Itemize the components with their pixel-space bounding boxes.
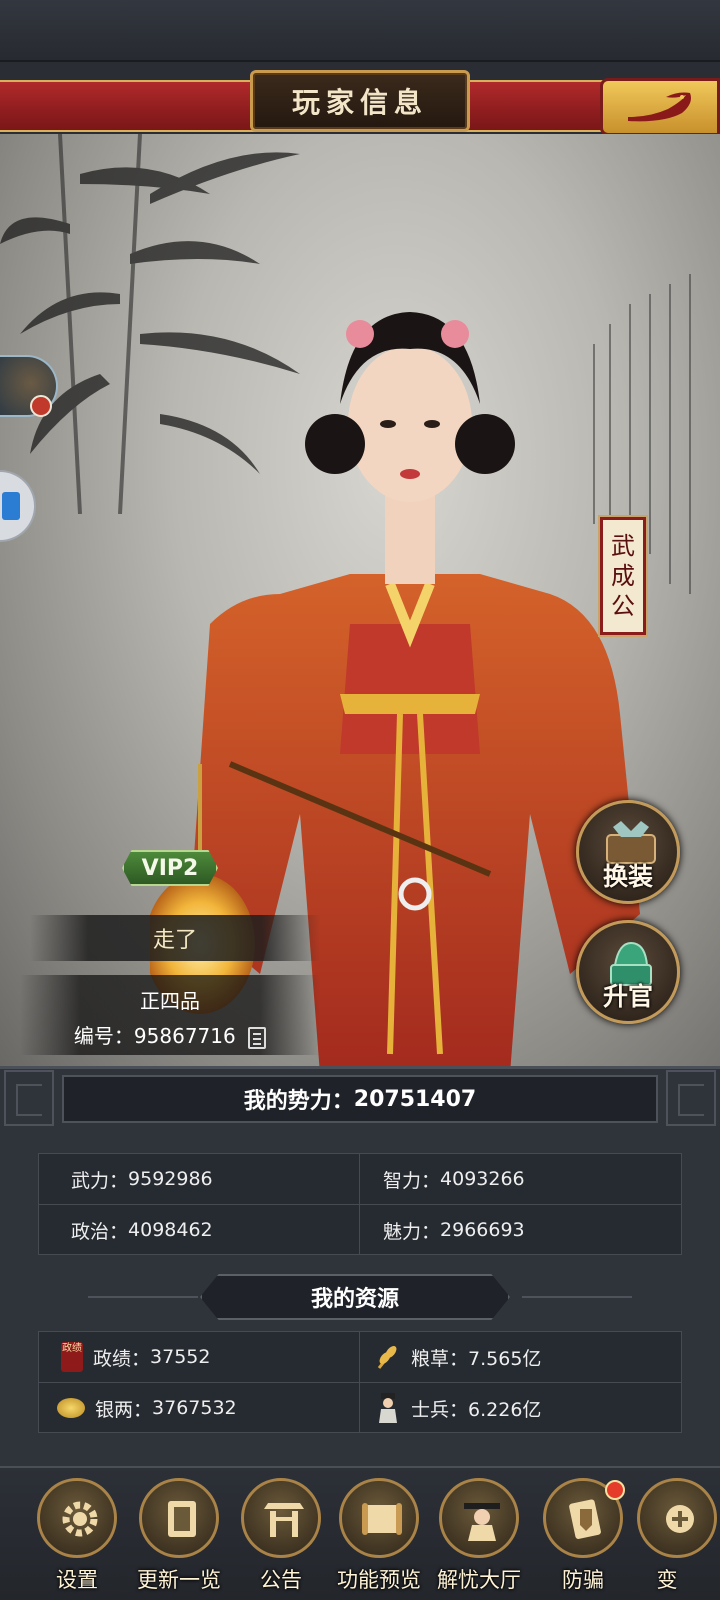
- rank-info: 正四品 编号：95867716: [20, 975, 320, 1055]
- attr-label: 武力：: [71, 1169, 129, 1192]
- nav-announcement[interactable]: 公告: [236, 1478, 326, 1600]
- attr-intelligence: 智力： 4093266: [383, 1154, 525, 1204]
- change-outfit-label: 换装: [602, 862, 653, 891]
- res-silver: 银两： 3767532: [57, 1383, 237, 1433]
- nav-label: 解忧大厅: [437, 1568, 521, 1592]
- player-name-bar: 走了: [30, 915, 320, 961]
- nav-disk: [37, 1478, 117, 1558]
- attr-label: 智力：: [383, 1169, 441, 1192]
- nav-disk: [439, 1478, 519, 1558]
- attr-value: 4093266: [440, 1168, 525, 1190]
- book-icon: [168, 1501, 196, 1537]
- nav-hall[interactable]: 解忧大厅: [434, 1478, 524, 1600]
- title-plate: 玩家信息: [250, 70, 470, 132]
- notification-dot: [605, 1480, 625, 1500]
- promote-label: 升官: [602, 982, 653, 1011]
- grain-icon: [377, 1346, 397, 1369]
- nav-disk: [241, 1478, 321, 1558]
- power-bar: 我的势力： 20751407: [62, 1075, 658, 1123]
- attr-politics: 政治： 4098462: [71, 1205, 213, 1255]
- title-char-1: 武: [611, 532, 635, 560]
- fret-ornament-right: [666, 1070, 716, 1126]
- shield-card-icon: [569, 1499, 601, 1539]
- resources-title: 我的资源: [310, 1287, 399, 1312]
- power-value: 20751407: [353, 1086, 477, 1112]
- attribute-grid: 武力： 9592986 智力： 4093266 政治： 4098462 魅力： 2966…: [38, 1153, 682, 1255]
- res-value: 3767532: [152, 1397, 237, 1419]
- top-status-bar: [0, 0, 720, 62]
- fret-ornament-left: [4, 1070, 54, 1126]
- promote-button[interactable]: 升官: [576, 920, 680, 1024]
- attr-value: 9592986: [128, 1168, 213, 1190]
- soldier-icon: [379, 1393, 397, 1423]
- res-merit: 政绩 政绩： 37552: [61, 1332, 210, 1382]
- power-label: 我的势力：: [243, 1089, 354, 1114]
- nav-change[interactable]: 变: [632, 1478, 720, 1600]
- nav-label: 功能预览: [337, 1568, 421, 1592]
- section-line-left: [88, 1296, 198, 1298]
- chat-bubble-icon: [2, 492, 20, 520]
- attr-label: 政治：: [71, 1220, 129, 1243]
- section-line-right: [522, 1296, 632, 1298]
- res-label: 士兵：: [411, 1398, 469, 1421]
- change-icon: [666, 1505, 694, 1533]
- merit-icon: 政绩: [61, 1342, 83, 1372]
- nav-updates[interactable]: 更新一览: [134, 1478, 224, 1600]
- scroll-icon: [362, 1503, 402, 1535]
- nav-label: 设置: [56, 1568, 98, 1592]
- change-outfit-button[interactable]: 换装: [576, 800, 680, 904]
- nav-feature-preview[interactable]: 功能预览: [334, 1478, 424, 1600]
- resource-grid: 政绩 政绩： 37552 粮草： 7.565亿 银两： 3767532 士兵： 6.22…: [38, 1331, 682, 1433]
- page-title: 玩家信息: [291, 86, 428, 119]
- res-value: 7.565亿: [468, 1347, 542, 1370]
- mute-badge-icon: [30, 395, 52, 417]
- player-id-value: 95867716: [133, 1024, 236, 1048]
- res-label: 银两：: [95, 1398, 153, 1421]
- title-char-2: 成: [611, 562, 635, 590]
- resources-header: 我的资源: [200, 1274, 510, 1320]
- silver-coin-icon: [57, 1398, 85, 1418]
- dragon-back-icon: [628, 92, 691, 122]
- player-rank: 正四品: [140, 989, 200, 1013]
- attr-force: 武力： 9592986: [71, 1154, 213, 1204]
- gear-icon: [62, 1501, 98, 1537]
- res-soldier: 士兵： 6.226亿: [375, 1383, 541, 1433]
- vip-badge: VIP2: [122, 850, 218, 886]
- back-button[interactable]: [600, 78, 720, 136]
- attr-charm: 魅力： 2966693: [383, 1205, 525, 1255]
- copy-icon[interactable]: [248, 1026, 267, 1049]
- res-label: 政绩：: [93, 1347, 151, 1370]
- player-id-line: 编号：95867716: [20, 1020, 320, 1049]
- res-label: 粮草：: [411, 1347, 469, 1370]
- res-value: 6.226亿: [468, 1398, 542, 1421]
- nav-disk: [339, 1478, 419, 1558]
- attr-value: 4098462: [128, 1219, 213, 1241]
- chat-avatar-button[interactable]: [0, 355, 58, 417]
- title-char-3: 公: [611, 592, 635, 620]
- attr-label: 魅力：: [383, 1220, 441, 1243]
- res-value: 37552: [150, 1346, 211, 1368]
- nav-disk: [637, 1478, 717, 1558]
- player-id-label: 编号：: [73, 1024, 134, 1048]
- player-name: 走了: [152, 928, 197, 953]
- nav-label: 更新一览: [137, 1568, 221, 1592]
- attr-value: 2966693: [440, 1219, 525, 1241]
- nav-disk: [139, 1478, 219, 1558]
- nav-label: 变: [656, 1568, 678, 1592]
- nav-label: 公告: [260, 1568, 302, 1592]
- official-title-plaque: 武 成 公: [600, 517, 646, 635]
- res-grain: 粮草： 7.565亿: [375, 1332, 541, 1382]
- nav-label: 防骗: [562, 1568, 604, 1592]
- nav-settings[interactable]: 设置: [32, 1478, 122, 1600]
- official-icon: [464, 1503, 500, 1541]
- gate-icon: [264, 1503, 304, 1537]
